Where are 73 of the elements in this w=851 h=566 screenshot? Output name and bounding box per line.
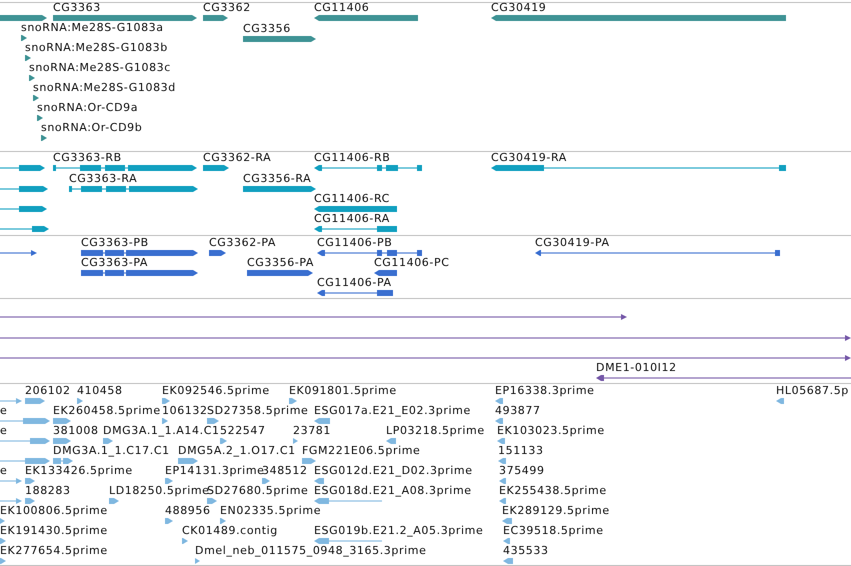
feature-label: snoRNA:Me28S-G1083a: [21, 21, 164, 34]
feature-label: 522547: [220, 424, 266, 437]
feature-label: 381008: [53, 424, 99, 437]
feature-label: EK191430.5prime: [0, 524, 108, 537]
feature-label: CG11406-PA: [317, 276, 392, 289]
feature-label: CG3363-PA: [81, 256, 148, 269]
feature-label: CG3356-RA: [243, 172, 312, 185]
feature-label: EN02335.5prime: [220, 504, 322, 517]
feature-label: 348512: [262, 464, 308, 477]
feature-label: 435533: [503, 544, 549, 557]
feature-label: 23781: [293, 424, 331, 437]
feature-label: snoRNA:Or-CD9b: [41, 121, 142, 134]
feature-label: CG3362-PA: [209, 236, 276, 249]
feature-label: CG30419: [491, 1, 546, 14]
feature-label: 375499: [499, 464, 545, 477]
feature-label: CG11406-RA: [314, 212, 390, 225]
feature-label: DMG3A.1_1.C17.C1: [53, 444, 170, 457]
feature-label: CG11406-RC: [314, 192, 390, 205]
feature-label: DMG3A.1_1.A14.C1: [103, 424, 220, 437]
feature-label: 488956: [165, 504, 211, 517]
feature-label: ESG019b.E21.2_A05.3prime: [314, 524, 484, 537]
feature-label: 206102: [25, 384, 71, 397]
feature-label: EK100806.5prime: [0, 504, 108, 517]
feature-label: CG30419-RA: [491, 151, 567, 164]
feature-label: e: [0, 464, 8, 477]
feature-label: EC39518.5prime: [503, 524, 604, 537]
feature-label: CG3363-PB: [81, 236, 149, 249]
feature-label: CG11406-PC: [374, 256, 450, 269]
feature-label: SD27680.5prime: [207, 484, 308, 497]
feature-label: 410458: [77, 384, 123, 397]
feature-label: CG11406: [314, 1, 370, 14]
feature-label: CG30419-PA: [535, 236, 610, 249]
feature-label: FGM221E06.5prime: [302, 444, 420, 457]
feature-label: snoRNA:Me28S-G1083b: [25, 41, 168, 54]
feature-label: ESG018d.E21_A08.3prime: [314, 484, 472, 497]
feature-label: EK277654.5prime: [0, 544, 108, 557]
feature-label: HL05687.5p: [776, 384, 849, 397]
feature-label: 188283: [25, 484, 71, 497]
feature-label: ESG017a.E21_E02.3prime: [314, 404, 471, 417]
feature-label: snoRNA:Or-CD9a: [37, 101, 138, 114]
feature-label: e: [0, 424, 8, 437]
feature-label: EK103023.5prime: [497, 424, 605, 437]
feature-label: CG11406-RB: [314, 151, 390, 164]
feature-label: CG3363: [53, 1, 101, 14]
feature-label: EK133426.5prime: [25, 464, 133, 477]
feature-label: EP16338.3prime: [495, 384, 595, 397]
feature-label: CG3362: [203, 1, 251, 14]
feature-label: EK255438.5prime: [499, 484, 607, 497]
feature-label: EK289129.5prime: [502, 504, 610, 517]
feature-label: EP14131.3prime: [165, 464, 265, 477]
feature-label: SD27358.5prime: [207, 404, 308, 417]
feature-label: ESG012d.E21_D02.3prime: [314, 464, 473, 477]
feature-label: CG3362-RA: [203, 151, 272, 164]
feature-label: LP03218.5prime: [386, 424, 485, 437]
feature-label: 151133: [498, 444, 544, 457]
feature-label: CG3363-RA: [69, 172, 138, 185]
feature-label: CG11406-PB: [317, 236, 392, 249]
feature-label: CG3356-PA: [247, 256, 314, 269]
feature-label: 493877: [495, 404, 541, 417]
feature-label: CG3356: [243, 22, 291, 35]
feature-label: Dmel_neb_011575_0948_3165.3prime: [195, 544, 426, 557]
feature-label: e: [0, 404, 8, 417]
feature-label: snoRNA:Me28S-G1083c: [29, 61, 171, 74]
feature-label: EK260458.5prime: [53, 404, 161, 417]
feature-label: EK092546.5prime: [162, 384, 270, 397]
feature-label: CK01489.contig: [182, 524, 278, 537]
feature-label: EK091801.5prime: [289, 384, 397, 397]
feature-label: LD18250.5prime: [109, 484, 210, 497]
feature-label: CG3363-RB: [53, 151, 122, 164]
feature-label: snoRNA:Me28S-G1083d: [33, 81, 176, 94]
feature-label: DMG5A.2_1.O17.C1: [178, 444, 296, 457]
feature-label: 106132: [162, 404, 208, 417]
feature-label: DME1-010I12: [596, 361, 677, 374]
